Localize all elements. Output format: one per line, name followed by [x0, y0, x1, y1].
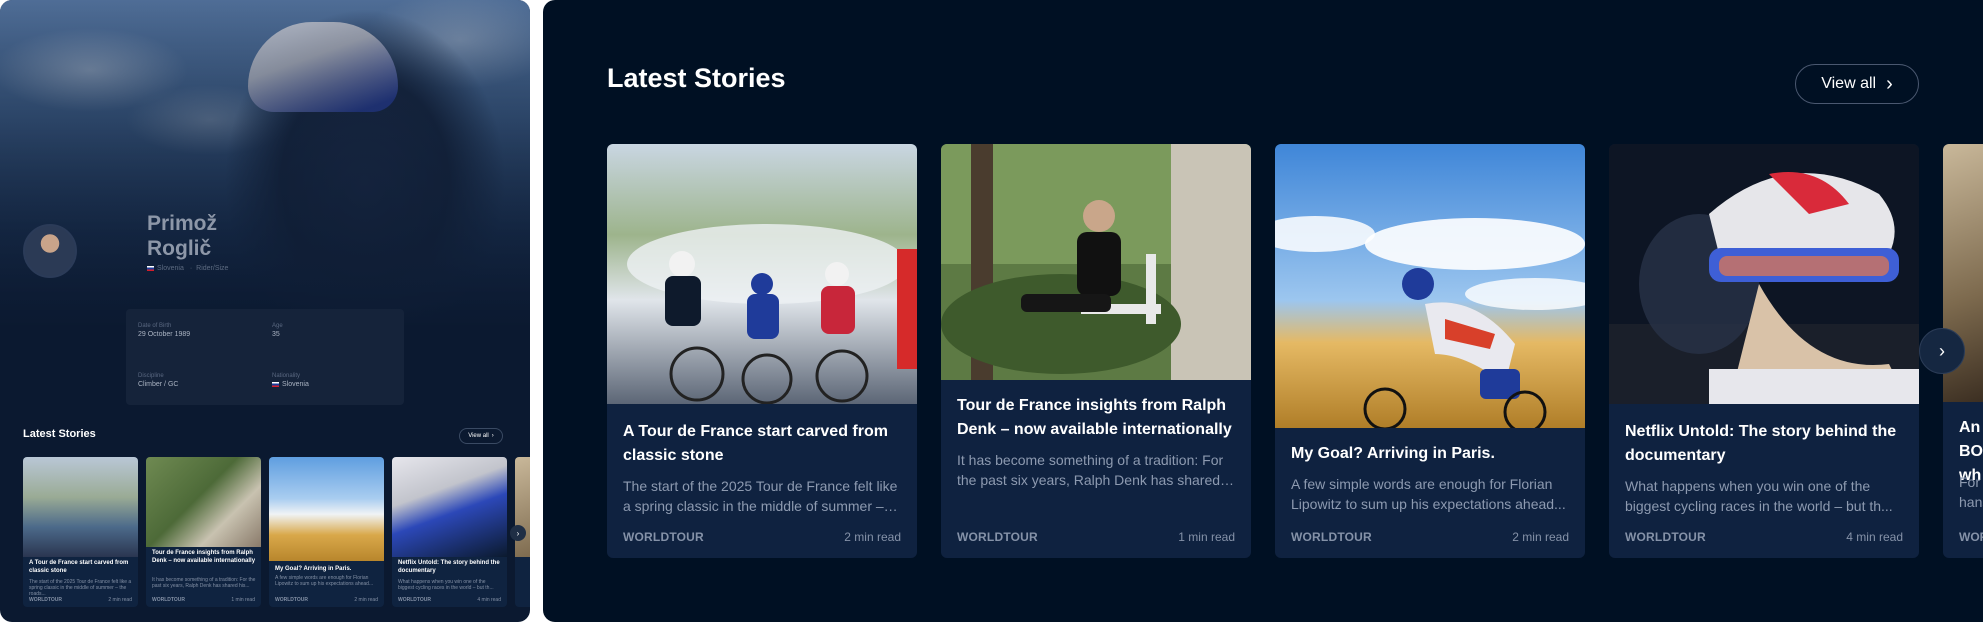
- section-title: Latest Stories: [607, 63, 786, 93]
- mini-card-title: Netflix Untold: The story behind the doc…: [398, 560, 500, 574]
- mini-story-card[interactable]: Tour de France insights from Ralph Denk …: [146, 457, 261, 607]
- stat-label: Discipline: [138, 373, 164, 379]
- card-read-time: 4 min read: [1846, 530, 1903, 544]
- card-title: Netflix Untold: The story behind the doc…: [1625, 423, 1897, 464]
- card-category: WORLDTOUR: [623, 530, 704, 544]
- card-title: My Goal? Arriving in Paris.: [1291, 445, 1495, 462]
- card-read-time: 2 min read: [1512, 530, 1569, 544]
- mini-card-category: WORLDTOUR: [275, 597, 308, 603]
- mini-section-title: Latest Stories: [23, 428, 96, 440]
- card-read-time: 1 min read: [1178, 530, 1235, 544]
- card-read-time: 2 min read: [844, 530, 901, 544]
- chevron-right-icon: ›: [1886, 72, 1893, 95]
- card-excerpt: The start of the 2025 Tour de France fel…: [623, 478, 898, 514]
- athlete-meta: Slovenia · Rider/Size: [147, 265, 228, 272]
- card-title: Tour de France insights from Ralph Denk …: [957, 397, 1232, 438]
- chevron-right-icon: ›: [1939, 340, 1945, 361]
- hero-image: [0, 0, 530, 330]
- athlete-first-name: Primož: [147, 212, 218, 235]
- view-all-button[interactable]: View all ›: [1795, 64, 1919, 104]
- mini-card-read-time: 4 min read: [477, 597, 501, 603]
- story-card[interactable]: Tour de France insights from Ralph Denk …: [941, 144, 1251, 558]
- story-card[interactable]: Netflix Untold: The story behind the doc…: [1609, 144, 1919, 558]
- mini-card-category: WORLDTOUR: [398, 597, 431, 603]
- card-excerpt: A few simple words are enough for Floria…: [1291, 476, 1566, 512]
- stat-value: 29 October 1989: [138, 331, 191, 338]
- mini-card-excerpt: A few simple words are enough for Floria…: [275, 575, 374, 587]
- story-image: [941, 144, 1251, 380]
- mini-card-excerpt: What happens when you win one of the big…: [398, 579, 494, 591]
- story-image: [146, 457, 261, 547]
- story-image: [269, 457, 384, 561]
- story-card[interactable]: A Tour de France start carved from class…: [607, 144, 917, 558]
- stat-label: Age: [272, 323, 283, 329]
- flag-icon: [272, 381, 279, 387]
- mini-story-card[interactable]: Netflix Untold: The story behind the doc…: [392, 457, 507, 607]
- card-category: WORLDTOUR: [957, 530, 1038, 544]
- story-image: [1609, 144, 1919, 404]
- card-excerpt: It has become something of a tradition: …: [957, 452, 1224, 488]
- chevron-right-icon: ›: [516, 528, 520, 538]
- story-image: [392, 457, 507, 557]
- athlete-last-name: Roglič: [147, 237, 212, 260]
- mini-card-category: WORLDTOUR: [152, 597, 185, 603]
- stat-value: 35: [272, 331, 280, 338]
- mini-card-read-time: 2 min read: [354, 597, 378, 603]
- card-title: A Tour de France start carved from class…: [623, 423, 888, 464]
- latest-stories-section: Latest Stories View all › A Tour de Fran…: [543, 0, 1983, 622]
- carousel-next-button[interactable]: ›: [1919, 328, 1965, 374]
- mini-story-card[interactable]: My Goal? Arriving in Paris. A few simple…: [269, 457, 384, 607]
- story-image: [1275, 144, 1585, 434]
- mini-card-excerpt: The start of the 2025 Tour de France fel…: [29, 579, 132, 597]
- mini-card-excerpt: It has become something of a tradition: …: [152, 577, 256, 589]
- card-excerpt: For hans: [1959, 474, 1983, 510]
- mini-card-category: WORLDTOUR: [29, 597, 62, 603]
- card-category: WORLDTOUR: [1625, 530, 1706, 544]
- card-category: WOR: [1959, 530, 1983, 544]
- stat-label: Date of Birth: [138, 323, 172, 329]
- card-category: WORLDTOUR: [1291, 530, 1372, 544]
- athlete-profile-panel: Primož Roglič Slovenia · Rider/Size Date …: [0, 0, 530, 622]
- mini-card-title: Tour de France insights from Ralph Denk …: [152, 550, 256, 564]
- mini-card-title: A Tour de France start carved from class…: [29, 560, 129, 574]
- story-image: [607, 144, 917, 405]
- stat-value: Slovenia: [272, 381, 309, 388]
- mini-carousel-next-button[interactable]: ›: [510, 525, 526, 541]
- story-image: [23, 457, 138, 557]
- avatar: [23, 224, 77, 278]
- flag-icon: [147, 265, 154, 271]
- view-all-label: View all: [1821, 75, 1877, 92]
- athlete-stats: Date of Birth 29 October 1989 Age 35 Dis…: [126, 309, 404, 405]
- story-card[interactable]: My Goal? Arriving in Paris. A few simple…: [1275, 144, 1585, 558]
- stat-value: Climber / GC: [138, 381, 179, 388]
- mini-card-read-time: 1 min read: [231, 597, 255, 603]
- mini-story-card[interactable]: A Tour de France start carved from class…: [23, 457, 138, 607]
- mini-view-all-button[interactable]: View all ›: [459, 428, 503, 444]
- card-excerpt: What happens when you win one of the big…: [1625, 478, 1893, 514]
- chevron-right-icon: ›: [491, 433, 494, 439]
- mini-card-title: My Goal? Arriving in Paris.: [275, 566, 352, 572]
- stat-label: Nationality: [272, 373, 301, 379]
- mini-card-read-time: 2 min read: [108, 597, 132, 603]
